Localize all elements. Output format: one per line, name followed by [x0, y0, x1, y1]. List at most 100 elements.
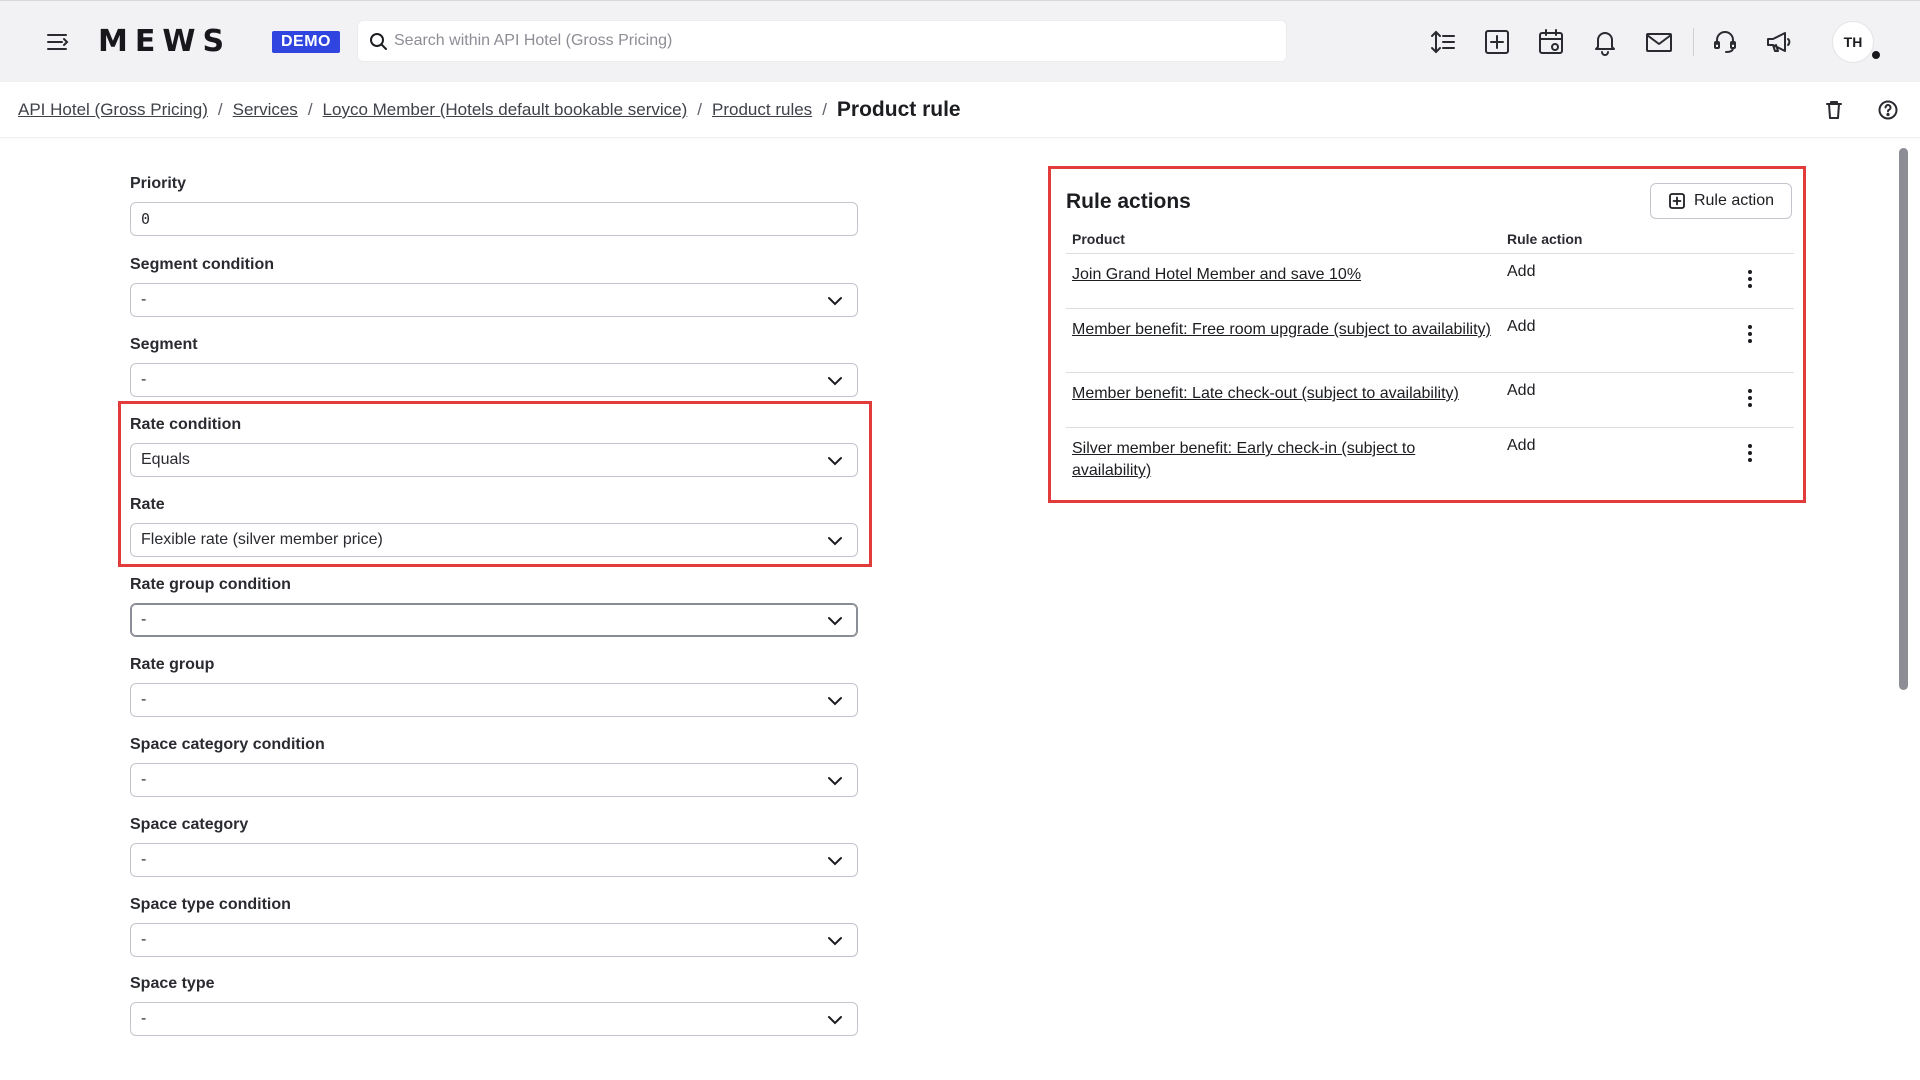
user-avatar[interactable]: TH [1832, 21, 1874, 63]
chevron-down-icon [828, 857, 842, 866]
breadcrumb-separator: / [307, 100, 313, 119]
rate-value: Flexible rate (silver member price) [141, 531, 383, 548]
column-header-product: Product [1072, 231, 1125, 247]
table-row: Member benefit: Free room upgrade (subje… [1066, 308, 1794, 372]
add-square-icon[interactable] [1480, 25, 1514, 59]
rate-condition-select[interactable]: Equals [130, 443, 858, 477]
rate-group-condition-value: - [141, 611, 147, 628]
rate-group-label: Rate group [130, 656, 215, 673]
product-link[interactable]: Member benefit: Late check-out (subject … [1072, 383, 1498, 405]
segment-condition-label: Segment condition [130, 256, 274, 273]
page-title: Product rule [836, 98, 961, 121]
space-category-condition-field: Space category condition - [130, 735, 858, 797]
bell-icon[interactable] [1588, 25, 1622, 59]
space-type-condition-field: Space type condition - [130, 895, 858, 957]
rate-group-value: - [141, 691, 147, 708]
add-square-icon [1669, 193, 1685, 209]
rule-action-value: Add [1507, 263, 1536, 280]
rate-condition-field: Rate condition Equals [130, 415, 858, 477]
search-input[interactable] [394, 21, 1274, 61]
rate-group-select[interactable]: - [130, 683, 858, 717]
more-options-icon[interactable] [1738, 267, 1762, 291]
space-category-label: Space category [130, 816, 249, 833]
more-options-icon[interactable] [1738, 386, 1762, 410]
add-rule-action-button[interactable]: Rule action [1650, 183, 1792, 219]
chevron-down-icon [828, 937, 842, 946]
space-type-select[interactable]: - [130, 1002, 858, 1036]
space-category-select[interactable]: - [130, 843, 858, 877]
chevron-down-icon [828, 377, 842, 386]
rate-condition-value: Equals [141, 451, 190, 468]
product-link[interactable]: Join Grand Hotel Member and save 10% [1072, 264, 1498, 286]
help-icon[interactable] [1874, 96, 1902, 124]
column-header-rule-action: Rule action [1507, 231, 1583, 247]
space-type-condition-label: Space type condition [130, 896, 291, 913]
priority-field: Priority 0 [130, 174, 858, 236]
search-box[interactable] [357, 20, 1287, 62]
mews-logo[interactable]: MEWS [98, 23, 231, 61]
toolbar-divider [1693, 28, 1694, 56]
chevron-down-icon [828, 297, 842, 306]
segment-condition-value: - [141, 291, 147, 308]
demo-badge: DEMO [272, 31, 340, 53]
space-type-condition-select[interactable]: - [130, 923, 858, 957]
space-category-condition-value: - [141, 771, 147, 788]
space-type-value: - [141, 1010, 147, 1027]
segment-field: Segment - [130, 335, 858, 397]
mail-icon[interactable] [1642, 25, 1676, 59]
breadcrumb-link-property[interactable]: API Hotel (Gross Pricing) [18, 100, 208, 120]
space-type-field: Space type - [130, 974, 858, 1036]
rule-action-value: Add [1507, 318, 1536, 335]
breadcrumb-link-service[interactable]: Loyco Member (Hotels default bookable se… [323, 100, 688, 120]
rate-group-condition-label: Rate group condition [130, 576, 291, 593]
rate-group-condition-field: Rate group condition - [130, 575, 858, 637]
chevron-down-icon [828, 457, 842, 466]
rate-select[interactable]: Flexible rate (silver member price) [130, 523, 858, 557]
segment-condition-select[interactable]: - [130, 283, 858, 317]
segment-select[interactable]: - [130, 363, 858, 397]
support-icon[interactable] [1708, 25, 1742, 59]
more-options-icon[interactable] [1738, 322, 1762, 346]
breadcrumb-link-services[interactable]: Services [233, 100, 298, 120]
breadcrumb-separator: / [697, 100, 703, 119]
segment-condition-field: Segment condition - [130, 255, 858, 317]
rule-action-value: Add [1507, 382, 1536, 399]
space-category-field: Space category - [130, 815, 858, 877]
delete-icon[interactable] [1820, 96, 1848, 124]
main-menu-icon[interactable] [44, 29, 72, 55]
chevron-down-icon [828, 537, 842, 546]
space-type-condition-value: - [141, 931, 147, 948]
product-link[interactable]: Member benefit: Free room upgrade (subje… [1072, 319, 1498, 341]
chevron-down-icon [828, 777, 842, 786]
space-category-condition-label: Space category condition [130, 736, 325, 753]
product-link[interactable]: Silver member benefit: Early check-in (s… [1072, 438, 1498, 482]
breadcrumb-separator: / [217, 100, 223, 119]
rate-group-condition-select[interactable]: - [130, 603, 858, 637]
rule-action-value: Add [1507, 437, 1536, 454]
chevron-down-icon [828, 697, 842, 706]
table-row: Join Grand Hotel Member and save 10% Add [1066, 253, 1794, 308]
rate-label: Rate [130, 496, 165, 513]
add-rule-action-label: Rule action [1693, 192, 1775, 209]
space-category-condition-select[interactable]: - [130, 763, 858, 797]
breadcrumb-link-product-rules[interactable]: Product rules [712, 100, 812, 120]
announcement-icon[interactable] [1762, 25, 1796, 59]
top-bar: MEWS DEMO Search within API Hotel (Gross… [0, 0, 1920, 82]
table-row: Silver member benefit: Early check-in (s… [1066, 427, 1794, 489]
rate-field: Rate Flexible rate (silver member price) [130, 495, 858, 557]
search-icon [368, 31, 390, 53]
scrollbar-thumb[interactable] [1899, 148, 1908, 690]
more-options-icon[interactable] [1738, 441, 1762, 465]
priority-input[interactable]: 0 [130, 202, 858, 236]
breadcrumb-bar: API Hotel (Gross Pricing) / Services / L… [0, 82, 1920, 138]
space-type-label: Space type [130, 975, 215, 992]
line-height-icon[interactable] [1426, 25, 1460, 59]
calendar-view-icon[interactable] [1534, 25, 1568, 59]
breadcrumb: API Hotel (Gross Pricing) / Services / L… [18, 82, 961, 138]
rate-condition-label: Rate condition [130, 416, 242, 433]
rate-group-field: Rate group - [130, 655, 858, 717]
status-dot [1870, 49, 1882, 61]
chevron-down-icon [828, 617, 842, 626]
segment-value: - [141, 371, 147, 388]
breadcrumb-separator: / [822, 100, 827, 119]
